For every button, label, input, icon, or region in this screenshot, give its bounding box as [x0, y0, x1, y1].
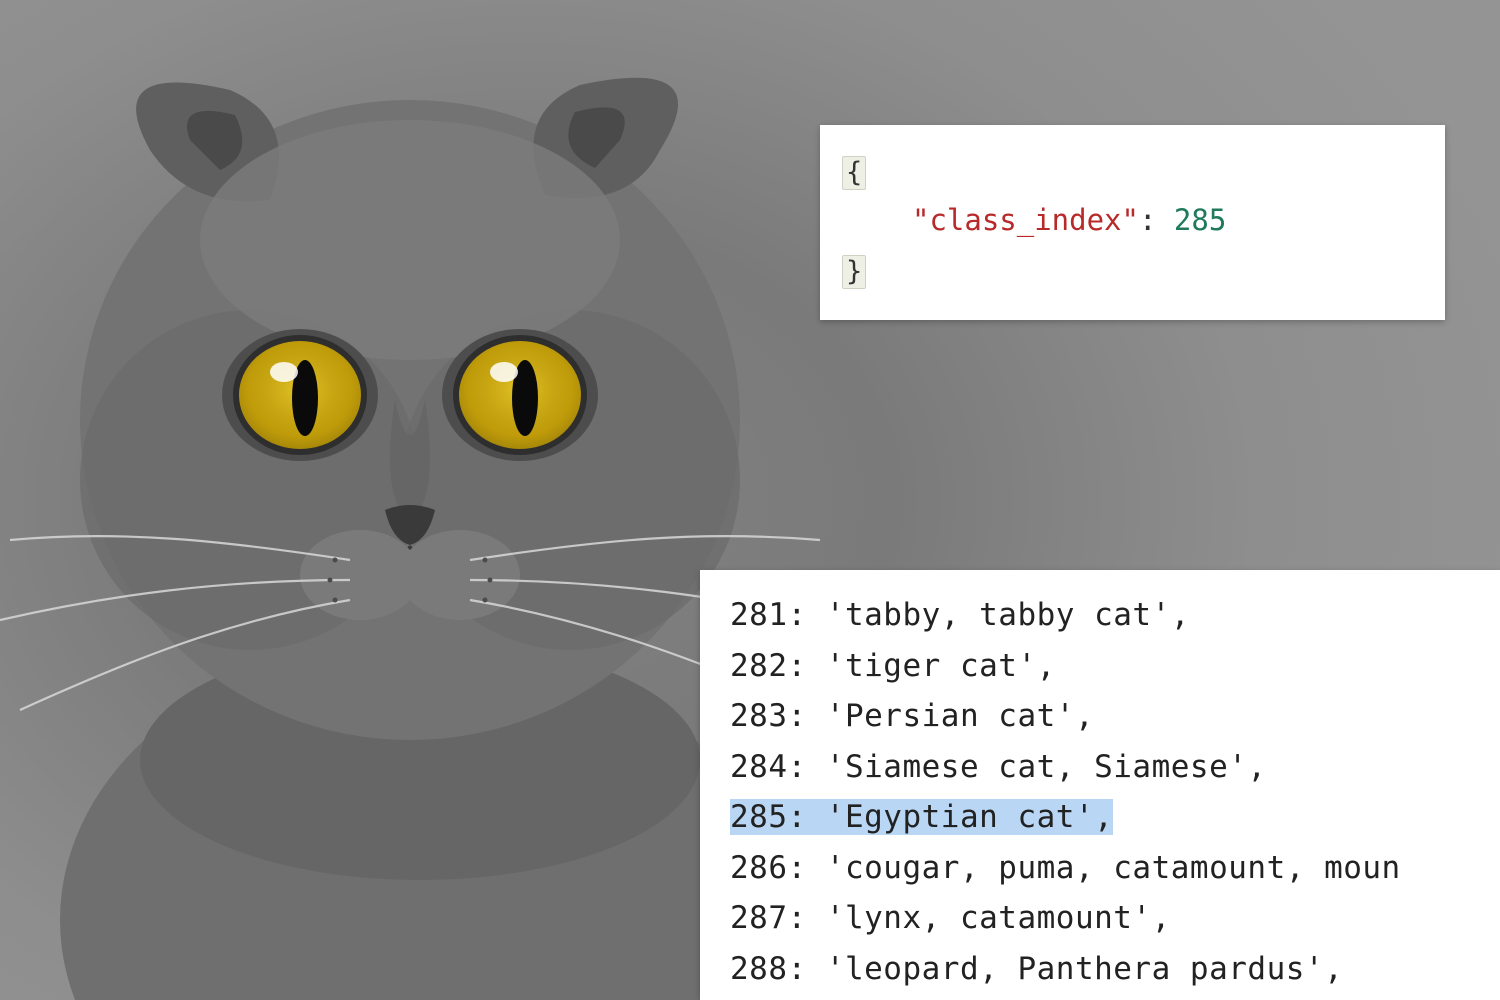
class-list-box: 281: 'tabby, tabby cat', 282: 'tiger cat… [700, 570, 1500, 1000]
brace-open: { [842, 156, 866, 190]
class-row-text: 283: 'Persian cat', [730, 698, 1094, 734]
json-line-kv: "class_index": 285 [842, 196, 1417, 245]
class-row: 287: 'lynx, catamount', [730, 893, 1500, 944]
class-row: 282: 'tiger cat', [730, 641, 1500, 692]
class-row-text: 284: 'Siamese cat, Siamese', [730, 749, 1267, 785]
class-row-highlighted: 285: 'Egyptian cat', [730, 792, 1500, 843]
class-row-text: 282: 'tiger cat', [730, 648, 1056, 684]
class-row-text: 286: 'cougar, puma, catamount, moun [730, 850, 1401, 886]
brace-close: } [842, 255, 866, 289]
class-row-text: 281: 'tabby, tabby cat', [730, 597, 1190, 633]
class-row: 286: 'cougar, puma, catamount, moun [730, 843, 1500, 894]
class-row: 283: 'Persian cat', [730, 691, 1500, 742]
class-row: 284: 'Siamese cat, Siamese', [730, 742, 1500, 793]
class-row: 288: 'leopard, Panthera pardus', [730, 944, 1500, 995]
json-line-open: { [842, 147, 1417, 196]
class-row-text: 288: 'leopard, Panthera pardus', [730, 951, 1343, 987]
class-row-text: 285: 'Egyptian cat', [730, 799, 1113, 835]
json-response-box: { "class_index": 285 } [820, 125, 1445, 320]
json-colon: : [1139, 203, 1174, 237]
json-line-close: } [842, 246, 1417, 295]
class-row-text: 287: 'lynx, catamount', [730, 900, 1171, 936]
json-value: 285 [1174, 203, 1226, 237]
class-row: 281: 'tabby, tabby cat', [730, 590, 1500, 641]
json-key: "class_index" [912, 203, 1139, 237]
